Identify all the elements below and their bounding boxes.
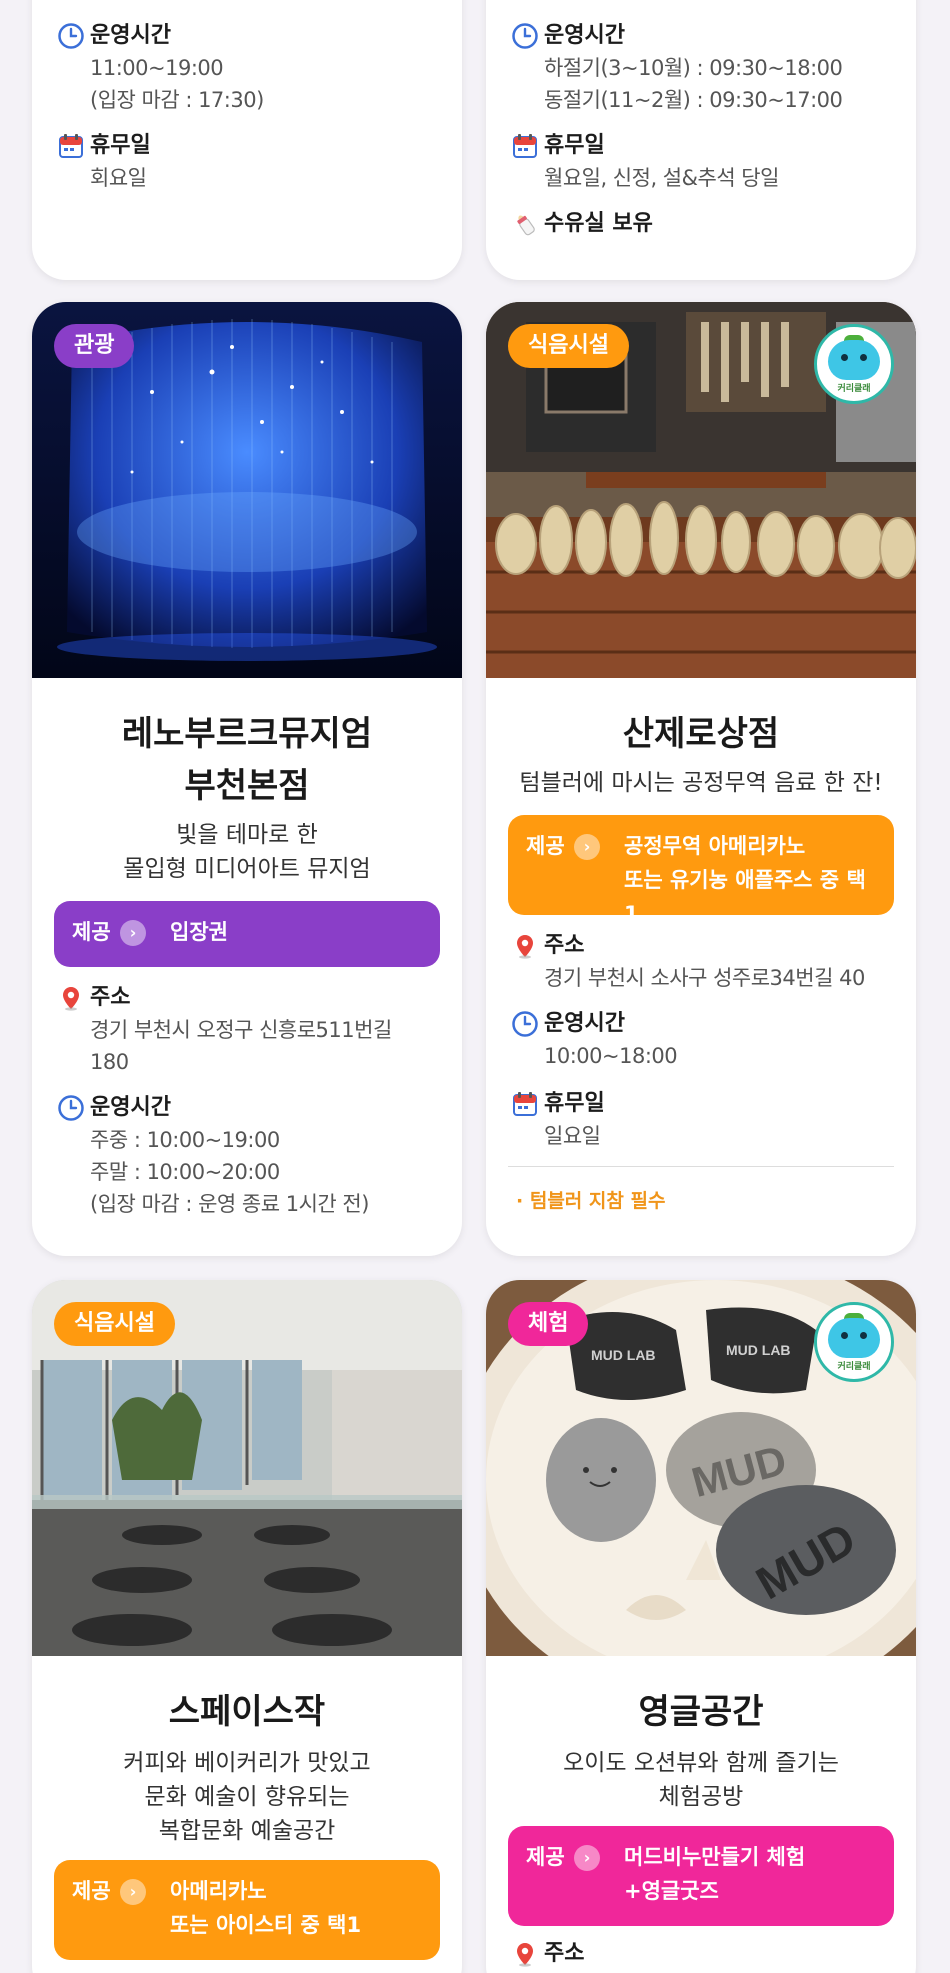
venue-title: 스페이스작 — [168, 1692, 326, 1732]
offer-label: 제공 — [72, 1879, 111, 1903]
address-label: 주소 — [90, 985, 131, 1010]
closed-label: 휴무일 — [544, 1091, 605, 1116]
category-badge: 식음시설 — [54, 1302, 175, 1346]
offer-text: 입장권 — [170, 920, 228, 944]
address-section: 주소 경기 부천시 오정구 신흥로511번길 180 — [58, 982, 440, 1078]
address-value: 경기 부천시 오정구 신흥로511번길 180 — [90, 1018, 392, 1074]
hours-label: 운영시간 — [90, 23, 171, 48]
chevron-right-circle-icon: › — [120, 920, 146, 946]
hours-value: 11:00~19:00 (입장 마감 : 17:30) — [90, 56, 264, 112]
offer-box: 제공 › 입장권 — [54, 901, 440, 967]
offer-box: 제공 › 머드비누만들기 체험 +영글굿즈 — [508, 1826, 894, 1926]
closed-label: 휴무일 — [90, 133, 151, 158]
closed-value: 일요일 — [544, 1124, 601, 1148]
offer-label: 제공 — [72, 920, 111, 944]
closed-section: 휴무일 일요일 — [512, 1088, 894, 1152]
address-section: 주소 경기 부천시 소사구 성주로34번길 40 — [512, 930, 894, 994]
svg-text:MUD LAB: MUD LAB — [591, 1347, 656, 1363]
clock-icon — [58, 23, 84, 49]
offer-text: 머드비누만들기 체험 +영글굿즈 — [624, 1845, 806, 1903]
chevron-right-circle-icon: › — [574, 834, 600, 860]
venue-description: 빛을 테마로 한 몰입형 미디어아트 뮤지엄 — [123, 822, 371, 882]
nursing-room-label: 수유실 보유 — [544, 211, 653, 236]
clock-icon — [512, 23, 538, 49]
svg-text:MUD LAB: MUD LAB — [726, 1342, 791, 1358]
clock-icon — [512, 1011, 538, 1037]
offer-box: 제공 › 공정무역 아메리카노 또는 유기농 애플주스 중 택1 — [508, 815, 894, 926]
calendar-icon — [512, 133, 538, 159]
hours-label: 운영시간 — [544, 23, 625, 48]
venue-card-top-left: 운영시간 11:00~19:00 (입장 마감 : 17:30) 휴무일 회요일 — [32, 0, 462, 280]
calendar-icon — [512, 1091, 538, 1117]
clock-icon — [58, 1095, 84, 1121]
category-badge: 식음시설 — [508, 324, 629, 368]
hours-section: 운영시간 주중 : 10:00~19:00 주말 : 10:00~20:00 (… — [58, 1092, 440, 1220]
mascot-icon: 커리클래 — [814, 324, 894, 404]
tumbler-note: · 텀블러 지참 필수 — [516, 1190, 666, 1212]
offer-label: 제공 — [526, 1845, 565, 1869]
venue-description: 커피와 베이커리가 맛있고 문화 예술이 향유되는 복합문화 예술공간 — [123, 1750, 371, 1844]
hours-section: 운영시간 10:00~18:00 — [512, 1008, 894, 1072]
category-badge: 체험 — [508, 1302, 589, 1346]
chevron-right-circle-icon: › — [120, 1879, 146, 1905]
chevron-right-circle-icon: › — [574, 1845, 600, 1871]
offer-text: 공정무역 아메리카노 또는 유기농 애플주스 중 택1 — [624, 834, 866, 926]
calendar-icon — [58, 133, 84, 159]
baby-bottle-icon — [512, 211, 538, 237]
closed-value: 회요일 — [90, 166, 147, 190]
address-value: 경기 부천시 소사구 성주로34번길 40 — [544, 966, 865, 990]
offer-label: 제공 — [526, 834, 565, 858]
location-pin-icon — [512, 1941, 538, 1967]
hours-value: 하절기(3~10월) : 09:30~18:00 동절기(11~2월) : 09… — [544, 56, 843, 112]
address-label: 주소 — [544, 933, 585, 958]
divider — [508, 1166, 894, 1167]
address-label: 주소 — [544, 1941, 585, 1966]
nursing-room-section: 수유실 보유 — [512, 208, 894, 240]
offer-box: 제공 › 아메리카노 또는 아이스티 중 택1 — [54, 1860, 440, 1960]
hours-label: 운영시간 — [544, 1011, 625, 1036]
closed-section: 휴무일 월요일, 신정, 설&추석 당일 — [512, 130, 894, 194]
venue-card-renoburg[interactable]: 관광 레노부르크뮤지엄 부천본점 빛을 테마로 한 몰입형 미디어아트 뮤지엄 … — [32, 302, 462, 1256]
category-badge: 관광 — [54, 324, 135, 368]
hours-section: 운영시간 11:00~19:00 (입장 마감 : 17:30) — [58, 20, 440, 116]
hours-label: 운영시간 — [90, 1095, 171, 1120]
venue-card-top-right: 운영시간 하절기(3~10월) : 09:30~18:00 동절기(11~2월)… — [486, 0, 916, 280]
venue-card-sanzero[interactable]: 식음시설 커리클래 산제로상점 텀블러에 마시는 공정무역 음료 한 잔! 제공… — [486, 302, 916, 1256]
hours-value: 주중 : 10:00~19:00 주말 : 10:00~20:00 (입장 마감… — [90, 1128, 369, 1216]
location-pin-icon — [58, 985, 84, 1011]
offer-text: 아메리카노 또는 아이스티 중 택1 — [170, 1879, 362, 1937]
venue-title: 레노부르크뮤지엄 부천본점 — [121, 714, 373, 806]
closed-label: 휴무일 — [544, 133, 605, 158]
mascot-icon: 커리클래 — [814, 1302, 894, 1382]
venue-card-spacejak[interactable]: 식음시설 스페이스작 커피와 베이커리가 맛있고 문화 예술이 향유되는 복합문… — [32, 1280, 462, 1973]
venue-description: 오이도 오션뷰와 함께 즐기는 체험공방 — [563, 1750, 839, 1810]
hours-section: 운영시간 하절기(3~10월) : 09:30~18:00 동절기(11~2월)… — [512, 20, 894, 116]
hours-value: 10:00~18:00 — [544, 1044, 678, 1068]
venue-title: 산제로상점 — [622, 714, 780, 754]
venue-card-younggeul[interactable]: MUD LAB MUD LAB MUD MUD 체험 커리클래 영글공간 오이도 … — [486, 1280, 916, 1973]
location-pin-icon — [512, 933, 538, 959]
closed-value: 월요일, 신정, 설&추석 당일 — [544, 166, 779, 190]
venue-description: 텀블러에 마시는 공정무역 음료 한 잔! — [519, 770, 883, 796]
venue-title: 영글공간 — [638, 1692, 764, 1732]
address-section: 주소 — [512, 1938, 894, 1970]
closed-section: 휴무일 회요일 — [58, 130, 440, 194]
